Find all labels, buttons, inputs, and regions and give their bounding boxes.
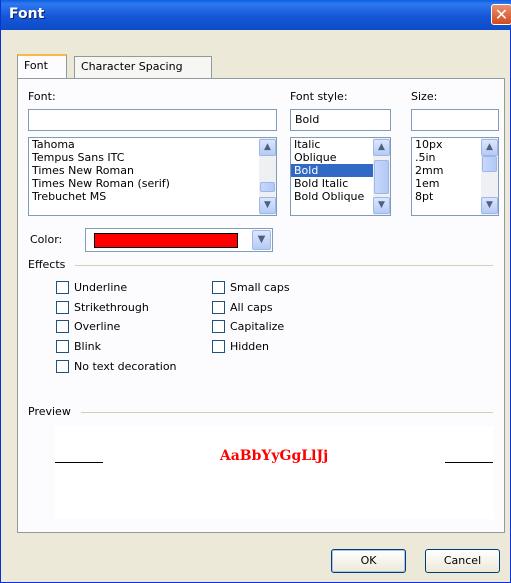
color-swatch bbox=[94, 233, 238, 248]
preview-baseline-right bbox=[445, 462, 493, 463]
small-caps-label: Small caps bbox=[230, 281, 290, 294]
hidden-label: Hidden bbox=[230, 340, 270, 353]
size-list[interactable]: 10px .5in 2mm 1em 8pt ▲ ▼ bbox=[411, 137, 499, 216]
ok-button[interactable]: OK bbox=[331, 549, 406, 573]
scroll-down-icon[interactable]: ▼ bbox=[373, 197, 390, 214]
scroll-down-icon[interactable]: ▼ bbox=[259, 197, 276, 214]
capitalize-label: Capitalize bbox=[230, 320, 285, 333]
font-list-item[interactable]: Tahoma bbox=[29, 138, 276, 151]
font-dialog: Font ✕ Font Character Spacing Font: Taho… bbox=[0, 0, 511, 583]
no-text-decoration-label: No text decoration bbox=[74, 360, 177, 373]
scroll-up-icon[interactable]: ▲ bbox=[259, 139, 276, 156]
overline-label: Overline bbox=[74, 320, 121, 333]
size-input[interactable] bbox=[411, 109, 499, 131]
font-input[interactable] bbox=[28, 109, 277, 131]
tab-font[interactable]: Font bbox=[17, 54, 67, 78]
color-label: Color: bbox=[30, 233, 63, 246]
scroll-thumb[interactable] bbox=[374, 160, 389, 194]
font-list-items: Tahoma Tempus Sans ITC Times New Roman Time… bbox=[29, 138, 276, 203]
small-caps-checkbox[interactable] bbox=[212, 281, 225, 294]
font-list-item[interactable]: Trebuchet MS bbox=[29, 190, 276, 203]
scroll-down-icon[interactable]: ▼ bbox=[481, 197, 498, 214]
font-style-list[interactable]: Italic Oblique Bold Bold Italic Bold Oblique… bbox=[290, 137, 391, 216]
font-list[interactable]: Tahoma Tempus Sans ITC Times New Roman Time… bbox=[28, 137, 277, 216]
font-style-label: Font style: bbox=[290, 90, 348, 103]
scroll-thumb[interactable] bbox=[482, 156, 497, 172]
window-title: Font bbox=[9, 6, 45, 22]
underline-checkbox[interactable] bbox=[56, 281, 69, 294]
scroll-up-icon[interactable]: ▲ bbox=[373, 139, 390, 156]
font-list-item[interactable]: Times New Roman bbox=[29, 164, 276, 177]
font-style-scrollbar[interactable]: ▲ ▼ bbox=[373, 138, 390, 215]
preview-label: Preview bbox=[28, 405, 71, 418]
preview-divider bbox=[81, 412, 493, 413]
blink-label: Blink bbox=[74, 340, 102, 353]
cancel-button[interactable]: Cancel bbox=[425, 549, 500, 573]
close-icon[interactable]: ✕ bbox=[491, 4, 511, 25]
title-bar[interactable]: Font ✕ bbox=[1, 0, 511, 30]
font-list-scrollbar[interactable]: ▲ ▼ bbox=[259, 138, 276, 215]
tab-character-spacing[interactable]: Character Spacing bbox=[74, 56, 212, 78]
chevron-down-icon[interactable]: ▼ bbox=[252, 230, 271, 250]
overline-checkbox[interactable] bbox=[56, 320, 69, 333]
all-caps-label: All caps bbox=[230, 301, 273, 314]
all-caps-checkbox[interactable] bbox=[212, 301, 225, 314]
scroll-up-icon[interactable]: ▲ bbox=[481, 139, 498, 156]
no-text-decoration-checkbox[interactable] bbox=[56, 360, 69, 373]
strikethrough-checkbox[interactable] bbox=[56, 301, 69, 314]
preview-sample-text: AaBbYyGgLlJj bbox=[219, 448, 329, 464]
font-label: Font: bbox=[28, 90, 56, 103]
strikethrough-label: Strikethrough bbox=[74, 301, 149, 314]
preview-box: AaBbYyGgLlJj bbox=[55, 426, 493, 519]
effects-label: Effects bbox=[28, 258, 66, 271]
hidden-checkbox[interactable] bbox=[212, 340, 225, 353]
scroll-thumb[interactable] bbox=[260, 182, 275, 192]
underline-label: Underline bbox=[74, 281, 128, 294]
blink-checkbox[interactable] bbox=[56, 340, 69, 353]
capitalize-checkbox[interactable] bbox=[212, 320, 225, 333]
size-label: Size: bbox=[411, 90, 438, 103]
font-list-item[interactable]: Times New Roman (serif) bbox=[29, 177, 276, 190]
font-list-item[interactable]: Tempus Sans ITC bbox=[29, 151, 276, 164]
font-style-input[interactable]: Bold bbox=[290, 109, 391, 131]
effects-divider bbox=[75, 265, 493, 266]
color-picker[interactable]: ▼ bbox=[85, 228, 273, 252]
size-list-scrollbar[interactable]: ▲ ▼ bbox=[481, 138, 498, 215]
